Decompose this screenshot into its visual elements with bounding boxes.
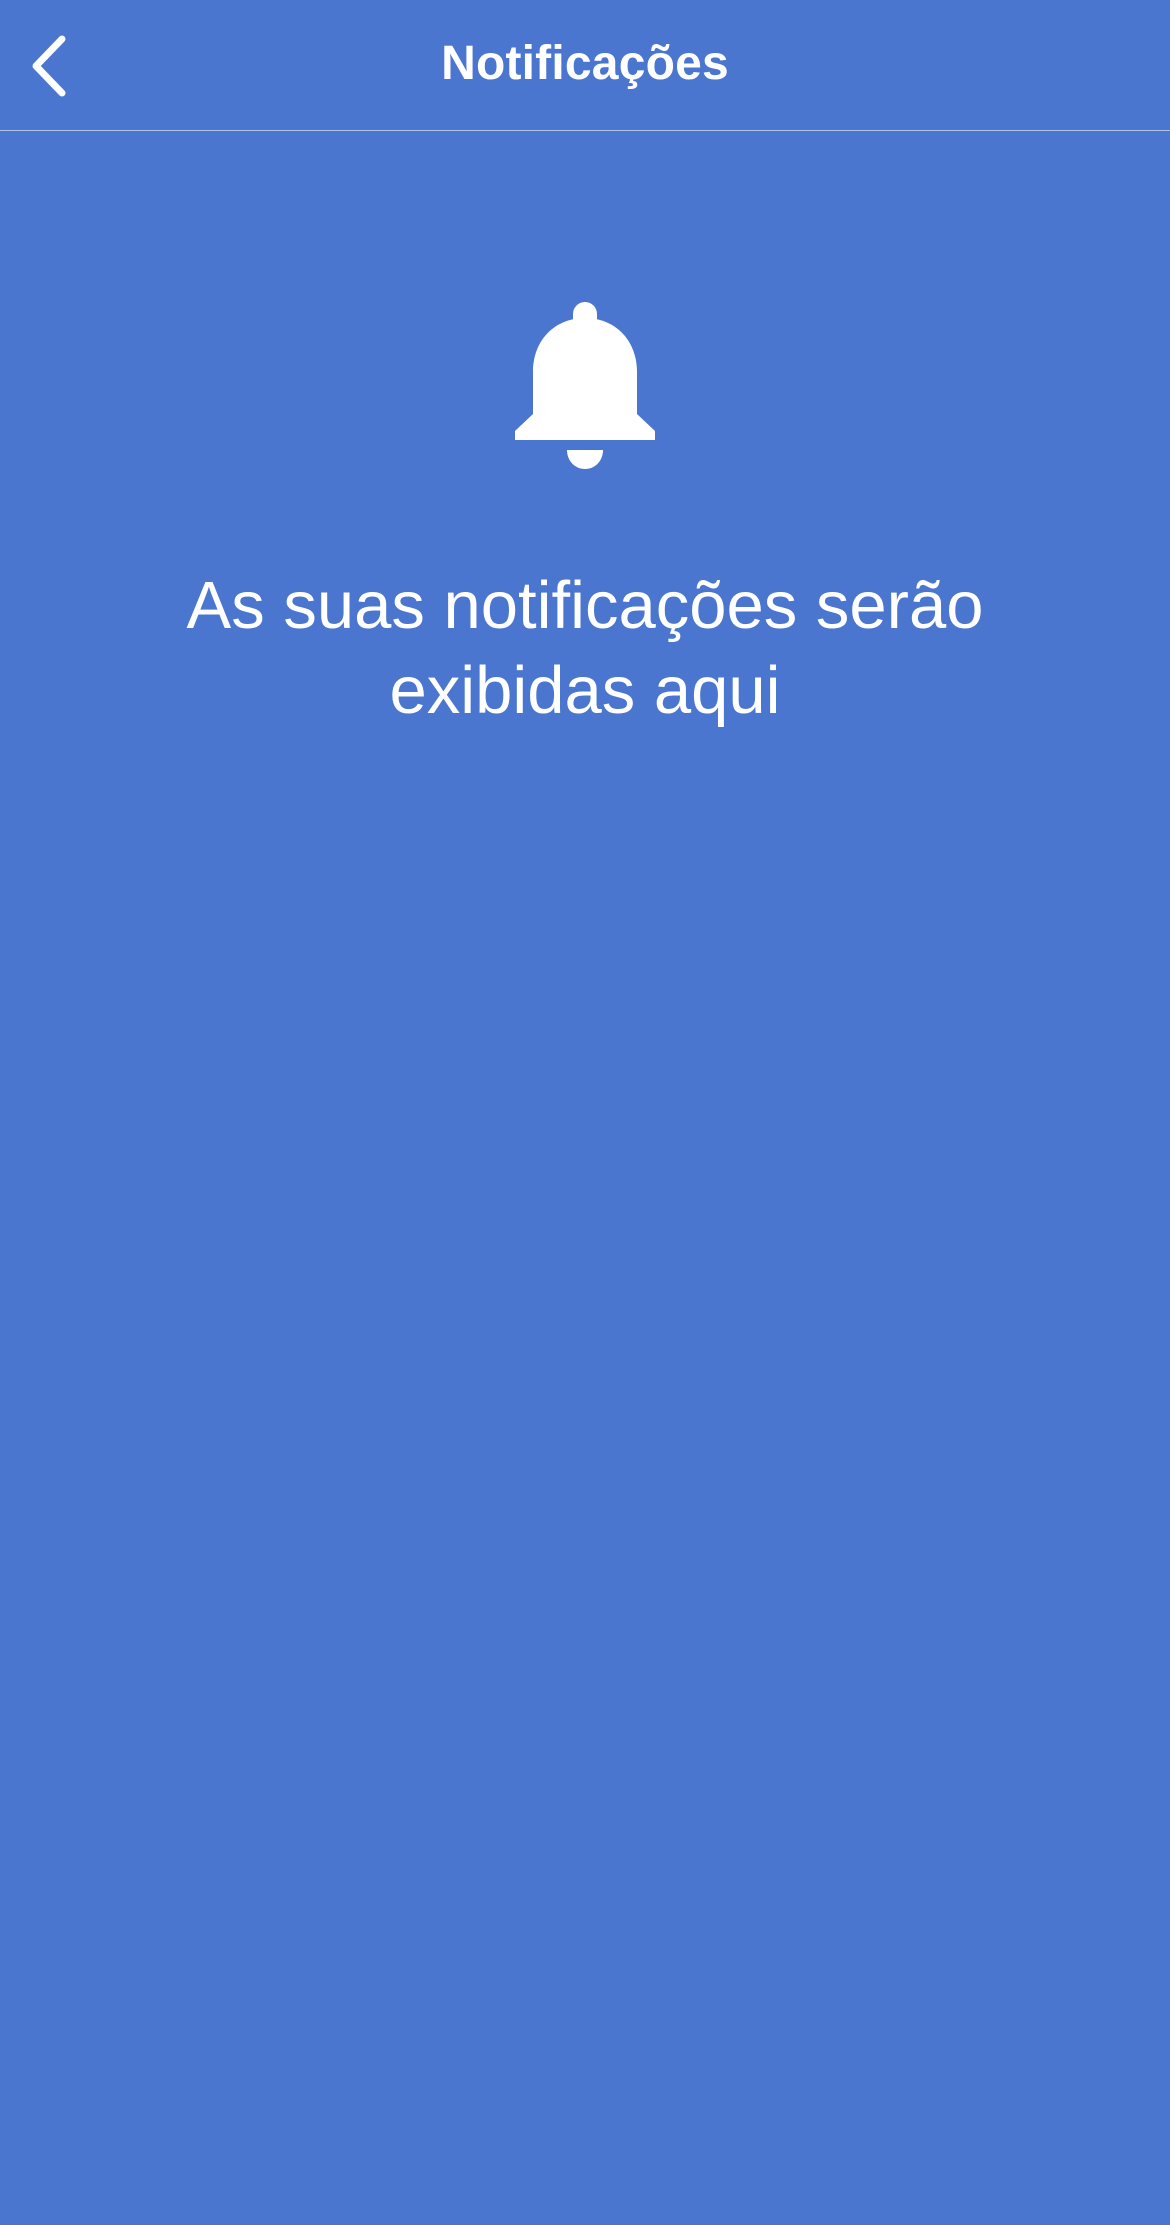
empty-state-message: As suas notificações serão exibidas aqui (186, 568, 984, 728)
bell-icon (513, 300, 657, 475)
page-title: Notificações (441, 37, 729, 90)
navigation-bar: Notificações (0, 0, 1170, 131)
empty-state: As suas notificações serão exibidas aqui (0, 300, 1170, 733)
